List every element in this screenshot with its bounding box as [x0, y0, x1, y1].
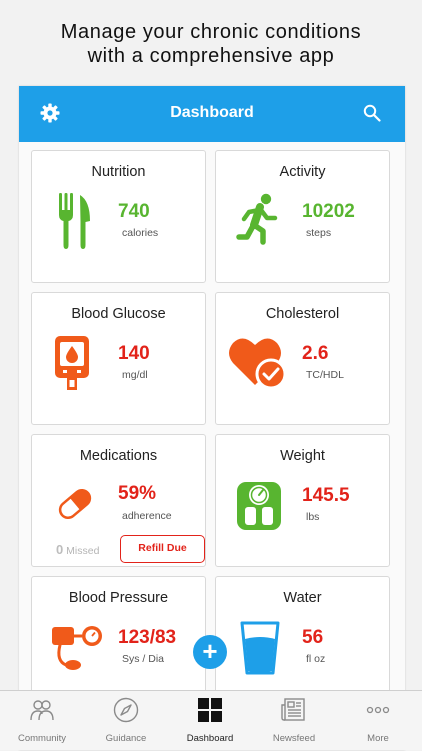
pill-icon: [58, 488, 92, 520]
add-entry-button[interactable]: +: [193, 635, 227, 669]
tab-newsfeed[interactable]: Newsfeed: [252, 691, 336, 751]
card-title: Medications: [79, 448, 158, 464]
cholesterol-value: 2.6: [302, 343, 329, 364]
tab-label: Newsfeed: [272, 733, 316, 744]
heart-check-icon: [229, 338, 287, 390]
tab-label: Dashboard: [186, 733, 234, 744]
medications-card[interactable]: Medications 59% adherence 0 Missed Refil…: [31, 434, 206, 567]
scale-icon: [237, 482, 281, 530]
compass-icon: [113, 697, 139, 723]
water-value: 56: [302, 627, 324, 648]
blood-pressure-value: 123/83: [118, 627, 177, 648]
weight-unit: lbs: [306, 511, 320, 523]
more-icon: [366, 706, 390, 714]
phone-screen: Dashboard Nutrition 740 calories Activit…: [19, 86, 405, 750]
tab-community[interactable]: Community: [0, 691, 84, 751]
card-title: Weight: [280, 448, 325, 464]
cholesterol-card[interactable]: Cholesterol 2.6 TC/HDL: [215, 292, 390, 425]
tab-guidance[interactable]: Guidance: [84, 691, 168, 751]
card-title: Nutrition: [91, 164, 146, 180]
activity-unit: steps: [306, 227, 332, 239]
card-title: Activity: [279, 164, 326, 180]
card-title: Blood Pressure: [68, 590, 169, 606]
missed-number: 0: [56, 542, 64, 557]
glucose-value: 140: [118, 343, 150, 364]
missed-count: 0 Missed: [56, 542, 99, 557]
activity-card[interactable]: Activity 10202 steps: [215, 150, 390, 283]
tab-dashboard[interactable]: Dashboard: [168, 691, 252, 751]
nutrition-unit: calories: [122, 227, 159, 239]
headline-line-1: Manage your chronic conditions: [60, 21, 362, 43]
activity-value: 10202: [302, 201, 355, 222]
tab-label: Community: [17, 733, 67, 744]
refill-due-button[interactable]: Refill Due: [120, 535, 205, 563]
cholesterol-unit: TC/HDL: [306, 369, 344, 381]
nutrition-card[interactable]: Nutrition 740 calories: [31, 150, 206, 283]
tab-more[interactable]: More: [336, 691, 420, 751]
weight-value: 145.5: [302, 485, 350, 506]
nutrition-value: 740: [118, 201, 150, 222]
glucose-meter-icon: [55, 336, 89, 390]
water-unit: fl oz: [306, 653, 326, 665]
card-title: Blood Glucose: [71, 306, 166, 322]
app-bar: Dashboard: [19, 86, 405, 142]
card-title: Water: [283, 590, 322, 606]
glucose-unit: mg/dl: [122, 369, 148, 381]
blood-pressure-unit: Sys / Dia: [122, 653, 165, 665]
tab-label: Guidance: [105, 733, 147, 744]
blood-glucose-card[interactable]: Blood Glucose 140 mg/dl: [31, 292, 206, 425]
community-icon: [30, 700, 54, 721]
dashboard-icon: [198, 698, 222, 722]
headline-line-2: with a comprehensive app: [87, 45, 335, 67]
search-icon[interactable]: [363, 104, 381, 122]
running-person-icon: [236, 193, 278, 245]
water-glass-icon: [240, 621, 280, 675]
medications-value: 59%: [118, 483, 157, 504]
newspaper-icon: [281, 698, 305, 721]
medications-unit: adherence: [122, 510, 172, 522]
bp-cuff-icon: [52, 626, 102, 670]
bottom-tab-bar: Community Guidance Dashboard Newsfeed Mo…: [0, 690, 422, 750]
weight-card[interactable]: Weight 145.5 lbs: [215, 434, 390, 567]
fork-knife-icon: [59, 193, 90, 249]
missed-label: Missed: [66, 545, 100, 557]
tab-label: More: [367, 733, 389, 744]
page-title: Dashboard: [170, 104, 254, 121]
card-title: Cholesterol: [265, 306, 340, 322]
headline: Manage your chronic conditions with a co…: [0, 20, 422, 68]
